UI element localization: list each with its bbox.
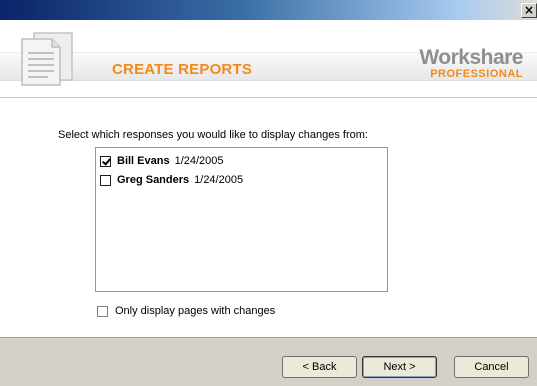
brand-logo: Workshare PROFESSIONAL	[419, 47, 523, 80]
close-button[interactable]: ×	[521, 3, 537, 18]
page-title: CREATE REPORTS	[112, 61, 253, 78]
response-checkbox-greg-sanders[interactable]	[100, 174, 111, 186]
response-checkbox-bill-evans[interactable]	[100, 155, 111, 167]
wizard-footer: < Back Next > Cancel	[0, 337, 537, 386]
response-date: 1/24/2005	[194, 174, 244, 186]
document-stack-icon	[21, 32, 73, 86]
title-bar: ×	[0, 0, 537, 20]
response-name: Bill Evans	[117, 155, 170, 167]
close-icon: ×	[523, 3, 535, 17]
only-changes-option[interactable]: Only display pages with changes	[97, 305, 275, 317]
responses-listbox[interactable]: Bill Evans 1/24/2005 Greg Sanders 1/24/2…	[95, 147, 388, 292]
wizard-header: CREATE REPORTS Workshare PROFESSIONAL	[0, 20, 537, 98]
response-item-bill-evans[interactable]: Bill Evans 1/24/2005	[100, 154, 224, 168]
response-date: 1/24/2005	[174, 155, 224, 167]
cancel-button[interactable]: Cancel	[454, 356, 529, 378]
response-item-greg-sanders[interactable]: Greg Sanders 1/24/2005	[100, 173, 243, 187]
next-button[interactable]: Next >	[362, 356, 437, 378]
wizard-content: Select which responses you would like to…	[0, 98, 537, 337]
back-button[interactable]: < Back	[282, 356, 357, 378]
brand-tagline: PROFESSIONAL	[430, 68, 523, 80]
instruction-text: Select which responses you would like to…	[58, 129, 368, 141]
only-changes-label: Only display pages with changes	[115, 305, 276, 317]
only-changes-checkbox[interactable]	[97, 305, 108, 317]
brand-name: Workshare	[419, 46, 523, 69]
response-name: Greg Sanders	[117, 174, 190, 186]
